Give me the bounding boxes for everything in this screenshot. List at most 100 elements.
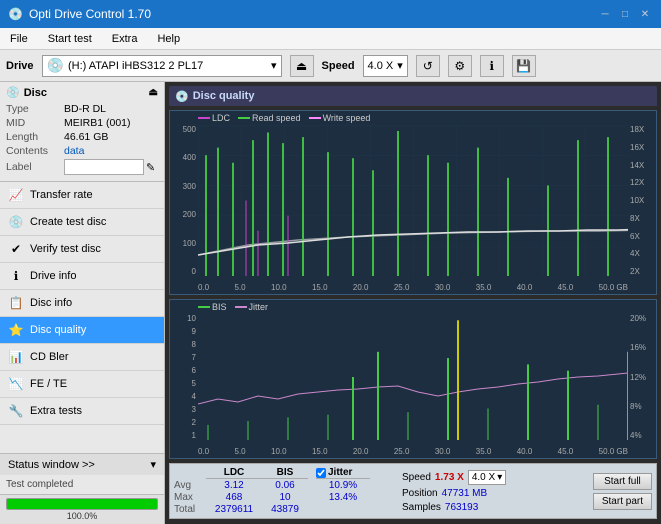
app-title: Opti Drive Control 1.70 <box>29 7 151 21</box>
chart-bottom-y-axis-left: 10 9 8 7 6 5 4 3 2 1 <box>170 314 198 440</box>
nav-cd-bler-label: CD Bler <box>30 351 69 363</box>
nav-disc-info[interactable]: 📋 Disc info <box>0 290 164 317</box>
legend-jitter-label: Jitter <box>249 302 269 312</box>
right-panel: 💿 Disc quality LDC Read speed Write spee… <box>165 82 661 524</box>
legend-bis-label: BIS <box>212 302 227 312</box>
speed-label: Speed <box>322 60 355 72</box>
status-window-section: Status window >> ▾ Test completed 100.0% <box>0 453 164 524</box>
menu-start-test[interactable]: Start test <box>42 32 98 46</box>
stats-max-bis: 10 <box>262 492 308 503</box>
legend-bis: BIS <box>198 302 227 312</box>
title-bar-controls: ─ □ ✕ <box>597 6 653 22</box>
speed-select-widget[interactable]: 4.0 X ▾ <box>468 470 506 485</box>
disc-header-label: Disc <box>24 87 47 99</box>
nav-extra-tests[interactable]: 🔧 Extra tests <box>0 398 164 425</box>
position-row: Position 47731 MB <box>402 488 506 499</box>
chart-top: LDC Read speed Write speed 500 400 300 2… <box>169 110 657 295</box>
close-button[interactable]: ✕ <box>637 6 653 22</box>
stats-panel: LDC BIS Jitter Avg 3.12 0.06 10.9 <box>169 463 657 519</box>
stats-max-row: Max 468 10 13.4% <box>174 492 394 503</box>
stats-total-row: Total 2379611 43879 <box>174 504 394 515</box>
disc-length-value: 46.61 GB <box>64 131 108 143</box>
legend-read-speed-dot <box>238 117 250 119</box>
create-test-disc-icon: 💿 <box>8 214 24 230</box>
disc-contents-label: Contents <box>6 145 64 157</box>
title-bar-left: 💿 Opti Drive Control 1.70 <box>8 7 151 21</box>
minimize-button[interactable]: ─ <box>597 6 613 22</box>
disc-eject-icon[interactable]: ⏏ <box>149 87 158 98</box>
chart-bottom-legend: BIS Jitter <box>198 302 268 312</box>
eject-button[interactable]: ⏏ <box>290 55 314 77</box>
nav-disc-quality-label: Disc quality <box>30 324 86 336</box>
speed-value: 4.0 X <box>368 60 394 72</box>
progress-label: 100.0% <box>6 511 158 521</box>
disc-quality-header-icon: 💿 <box>175 90 189 103</box>
extra-tests-icon: 🔧 <box>8 403 24 419</box>
nav-verify-test-disc[interactable]: ✔ Verify test disc <box>0 236 164 263</box>
menu-help[interactable]: Help <box>151 32 186 46</box>
save-button[interactable]: 💾 <box>512 55 536 77</box>
action-buttons: Start full Start part <box>593 473 652 510</box>
stats-total-ldc: 2379611 <box>206 504 262 515</box>
stats-avg-label: Avg <box>174 480 206 491</box>
speed-position-panel: Speed 1.73 X 4.0 X ▾ Position 47731 MB S… <box>402 470 506 513</box>
disc-quality-title: Disc quality <box>193 90 255 102</box>
drive-bar: Drive 💿 (H:) ATAPI iHBS312 2 PL17 ▾ ⏏ Sp… <box>0 50 661 82</box>
nav-transfer-rate[interactable]: 📈 Transfer rate <box>0 182 164 209</box>
progress-bar-fill <box>7 499 157 509</box>
drive-select[interactable]: 💿 (H:) ATAPI iHBS312 2 PL17 ▾ <box>42 55 282 77</box>
chart-top-legend: LDC Read speed Write speed <box>198 113 370 123</box>
stats-header-gap <box>308 467 316 479</box>
progress-area: 100.0% <box>0 494 164 524</box>
disc-label-input[interactable] <box>64 159 144 175</box>
stats-max-ldc: 468 <box>206 492 262 503</box>
menu-file[interactable]: File <box>4 32 34 46</box>
app-icon: 💿 <box>8 7 23 21</box>
samples-value: 763193 <box>445 502 478 513</box>
legend-ldc-label: LDC <box>212 113 230 123</box>
drive-icon: 💿 <box>47 57 64 74</box>
legend-jitter: Jitter <box>235 302 269 312</box>
chart-top-svg <box>198 125 628 276</box>
info-button[interactable]: ℹ <box>480 55 504 77</box>
start-part-button[interactable]: Start part <box>593 493 652 510</box>
nav-drive-info[interactable]: ℹ Drive info <box>0 263 164 290</box>
disc-label-edit-icon[interactable]: ✎ <box>146 161 155 174</box>
nav-verify-test-disc-label: Verify test disc <box>30 243 101 255</box>
transfer-rate-icon: 📈 <box>8 187 24 203</box>
disc-length-row: Length 46.61 GB <box>6 131 158 143</box>
nav-create-test-disc-label: Create test disc <box>30 216 106 228</box>
maximize-button[interactable]: □ <box>617 6 633 22</box>
refresh-button[interactable]: ↺ <box>416 55 440 77</box>
disc-length-label: Length <box>6 131 64 143</box>
nav-disc-quality[interactable]: ⭐ Disc quality <box>0 317 164 344</box>
speed-select[interactable]: 4.0 X ▾ <box>363 55 408 77</box>
stats-header-jitter: Jitter <box>328 467 352 478</box>
chart-bottom-svg <box>198 314 628 440</box>
stats-total-label: Total <box>174 504 206 515</box>
jitter-checkbox[interactable] <box>316 468 326 478</box>
verify-test-disc-icon: ✔ <box>8 241 24 257</box>
drive-label: Drive <box>6 60 34 72</box>
nav-drive-info-label: Drive info <box>30 270 76 282</box>
speed-row-value: 1.73 X <box>435 472 464 483</box>
disc-label-row: Label ✎ <box>6 159 158 175</box>
menu-extra[interactable]: Extra <box>106 32 144 46</box>
samples-row: Samples 763193 <box>402 502 506 513</box>
stats-avg-ldc: 3.12 <box>206 480 262 491</box>
stats-header-ldc: LDC <box>206 467 262 479</box>
speed-dropdown-arrow: ▾ <box>397 59 403 72</box>
legend-read-speed: Read speed <box>238 113 301 123</box>
disc-contents-value: data <box>64 145 84 157</box>
status-window-button[interactable]: Status window >> ▾ <box>0 453 164 475</box>
title-bar: 💿 Opti Drive Control 1.70 ─ □ ✕ <box>0 0 661 28</box>
nav-create-test-disc[interactable]: 💿 Create test disc <box>0 209 164 236</box>
drive-dropdown-arrow: ▾ <box>271 59 277 72</box>
start-full-button[interactable]: Start full <box>593 473 652 490</box>
nav-disc-info-label: Disc info <box>30 297 72 309</box>
nav-fe-te[interactable]: 📉 FE / TE <box>0 371 164 398</box>
legend-ldc: LDC <box>198 113 230 123</box>
stats-max-label: Max <box>174 492 206 503</box>
nav-cd-bler[interactable]: 📊 CD Bler <box>0 344 164 371</box>
settings-button[interactable]: ⚙ <box>448 55 472 77</box>
